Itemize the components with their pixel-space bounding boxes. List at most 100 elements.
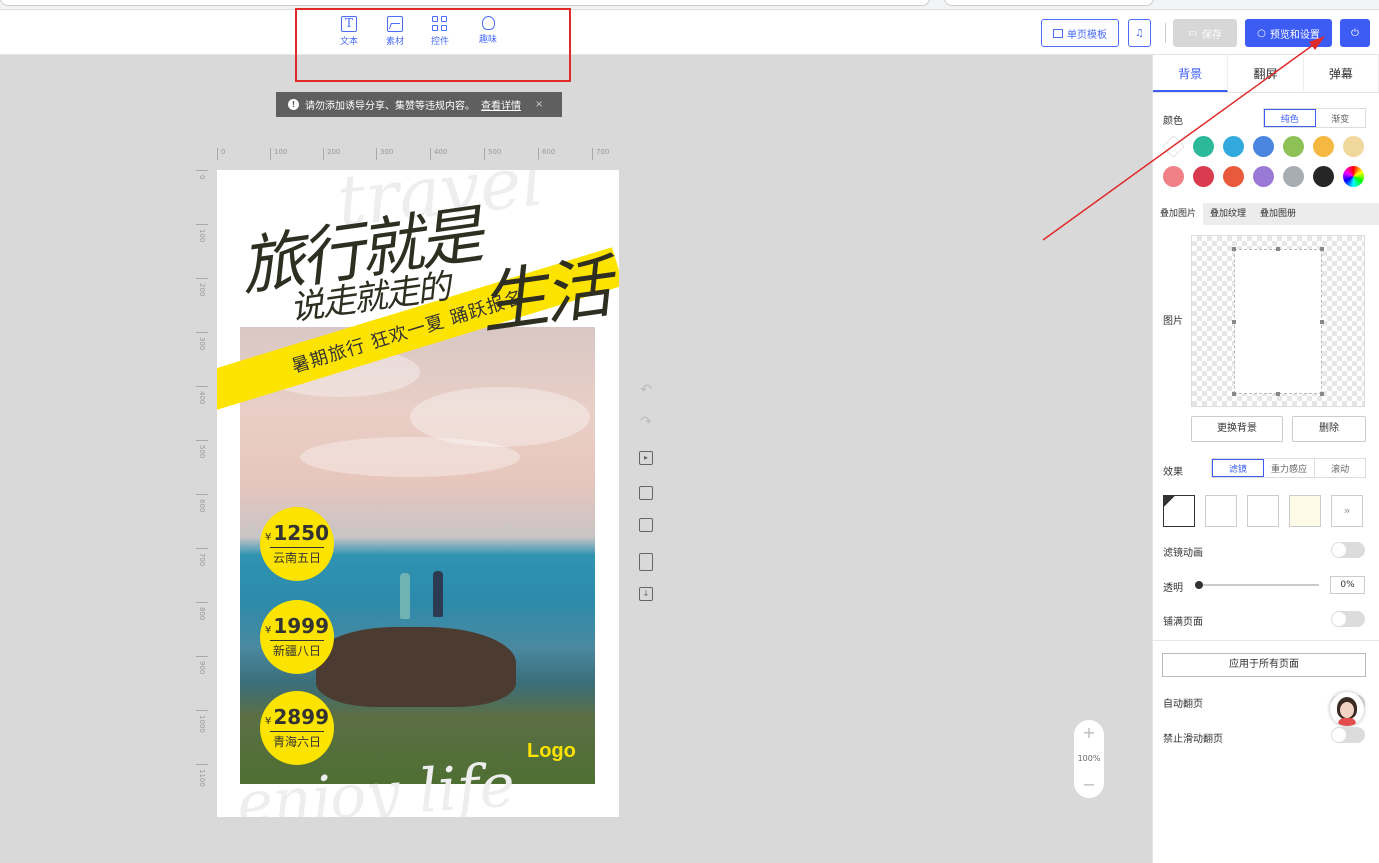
power-icon: ⏻	[1351, 27, 1359, 39]
panel-divider	[1153, 640, 1379, 641]
play-icon[interactable]: ▸	[639, 451, 653, 465]
filter-option[interactable]	[1205, 495, 1237, 527]
highlight-box	[295, 8, 571, 82]
zoom-control: + 100% −	[1074, 720, 1104, 798]
color-mode-solid[interactable]: 纯色	[1264, 109, 1316, 127]
swatch-purple[interactable]	[1253, 166, 1274, 187]
swatch-white[interactable]	[1162, 135, 1185, 158]
notice-detail-link[interactable]: 查看详情	[481, 97, 521, 112]
poster-canvas[interactable]: travel 暑期旅行 狂欢一夏 踊跃报名 旅行就是 说走就走的 生活 ¥125…	[217, 170, 619, 817]
power-button[interactable]: ⏻	[1340, 19, 1370, 47]
mobile-preview-icon[interactable]	[639, 553, 653, 571]
browser-address-bar[interactable]	[0, 0, 930, 6]
more-filters-button[interactable]: »	[1331, 495, 1363, 527]
ruler-tick: 200	[323, 148, 340, 160]
zoom-in-button[interactable]: +	[1074, 720, 1104, 746]
swatch-red[interactable]	[1193, 166, 1214, 187]
zoom-level: 100%	[1077, 754, 1101, 763]
swatch-sand[interactable]	[1343, 136, 1364, 157]
close-icon[interactable]: ×	[535, 99, 543, 110]
browser-search-bar[interactable]	[944, 0, 1154, 6]
swatch-sky[interactable]	[1223, 136, 1244, 157]
ruler-tick: 800	[198, 607, 206, 621]
music-icon: ♫	[1135, 27, 1144, 39]
opacity-slider[interactable]	[1195, 581, 1319, 589]
disable-swipe-label: 禁止滑动翻页	[1163, 734, 1223, 745]
swatch-black[interactable]	[1313, 166, 1334, 187]
tab-barrage[interactable]: 弹幕	[1304, 55, 1379, 92]
assistant-avatar[interactable]	[1330, 692, 1364, 726]
slider-knob[interactable]	[1195, 581, 1203, 589]
preview-settings-button[interactable]: ○ 预览和设置	[1245, 19, 1332, 47]
poster-logo[interactable]: Logo	[527, 740, 576, 763]
auto-flip-label: 自动翻页	[1163, 699, 1203, 710]
swatch-blue[interactable]	[1253, 136, 1274, 157]
copy-page-icon[interactable]	[639, 486, 653, 500]
single-page-template-button[interactable]: 单页模板	[1041, 19, 1119, 47]
apply-all-pages-button[interactable]: 应用于所有页面	[1162, 653, 1366, 677]
ruler-tick: 0	[217, 148, 225, 160]
rock	[316, 627, 516, 707]
ruler-tick: 500	[198, 445, 206, 459]
undo-icon[interactable]: ↶	[639, 383, 653, 398]
ruler-tick: 300	[376, 148, 393, 160]
fill-page-toggle[interactable]	[1331, 611, 1365, 627]
swatch-gray[interactable]	[1283, 166, 1304, 187]
ruler-tick: 700	[592, 148, 609, 160]
filter-none[interactable]	[1163, 495, 1195, 527]
effect-label: 效果	[1163, 467, 1183, 478]
browser-tab-strip	[0, 0, 1379, 10]
zoom-out-button[interactable]: −	[1074, 772, 1104, 798]
save-button[interactable]: ▭ 保存	[1173, 19, 1237, 47]
price-badge[interactable]: ¥1250 云南五日	[260, 507, 334, 581]
replace-background-button[interactable]: 更换背景	[1191, 416, 1283, 442]
tab-flip[interactable]: 翻屏	[1228, 55, 1304, 92]
filter-option[interactable]	[1247, 495, 1279, 527]
redo-icon[interactable]: ↷	[639, 415, 653, 430]
opacity-value-input[interactable]: 0%	[1330, 576, 1365, 594]
effect-scroll[interactable]: 滚动	[1315, 459, 1365, 477]
swatch-green[interactable]	[1283, 136, 1304, 157]
delete-button[interactable]: 删除	[1292, 416, 1366, 442]
color-label: 颜色	[1163, 116, 1183, 127]
ruler-tick: 100	[270, 148, 287, 160]
tab-overlay-image[interactable]: 叠加图片	[1153, 203, 1204, 225]
disable-swipe-toggle[interactable]	[1331, 727, 1365, 743]
ruler-tick: 400	[430, 148, 447, 160]
filter-animation-toggle[interactable]	[1331, 542, 1365, 558]
price-badge[interactable]: ¥2899 青海六日	[260, 691, 334, 765]
swatch-teal[interactable]	[1193, 136, 1214, 157]
compliance-notice: ! 请勿添加诱导分享、集赞等违规内容。 查看详情 ×	[276, 92, 562, 117]
tab-overlay-album[interactable]: 叠加图册	[1253, 203, 1303, 225]
search-icon: ○	[1257, 27, 1266, 39]
swatch-rainbow-picker[interactable]	[1343, 166, 1364, 187]
properties-panel: 背景 翻屏 弹幕 颜色 纯色 渐变 叠加图片 叠加纹理 叠加图册 图片 更换背景…	[1152, 55, 1379, 863]
effect-gravity[interactable]: 重力感应	[1264, 459, 1316, 477]
download-icon[interactable]: ↓	[639, 587, 653, 601]
swatch-pink[interactable]	[1163, 166, 1184, 187]
background-image-preview[interactable]	[1191, 235, 1365, 407]
swatch-vermilion[interactable]	[1223, 166, 1244, 187]
color-mode-gradient[interactable]: 渐变	[1316, 109, 1366, 127]
price-badge[interactable]: ¥1999 新疆八日	[260, 600, 334, 674]
filter-option[interactable]	[1289, 495, 1321, 527]
ruler-tick: 200	[198, 283, 206, 297]
ruler-tick: 900	[198, 661, 206, 675]
horizontal-ruler: 0 100 200 300 400 500 600 700	[212, 148, 617, 162]
music-button[interactable]: ♫	[1128, 19, 1151, 47]
template-icon	[1053, 28, 1063, 38]
poster-title-big[interactable]: 生活	[473, 232, 614, 348]
fill-page-label: 铺满页面	[1163, 617, 1203, 628]
swatch-orange[interactable]	[1313, 136, 1334, 157]
top-toolbar: 文本 素材 控件 趣味 单页模板 ♫ ▭ 保存 ○ 预览和设置 ⏻	[0, 0, 1379, 55]
overlay-tabs: 叠加图片 叠加纹理 叠加图册	[1153, 203, 1379, 225]
tab-overlay-texture[interactable]: 叠加纹理	[1203, 203, 1253, 225]
color-mode-toggle: 纯色 渐变	[1263, 108, 1366, 128]
save-icon: ▭	[1188, 27, 1198, 39]
ruler-tick: 100	[198, 229, 206, 243]
layout-icon[interactable]	[639, 518, 653, 532]
tab-background[interactable]: 背景	[1153, 55, 1229, 92]
vertical-ruler: 0 100 200 300 400 500 600 700 800 900 10…	[196, 170, 210, 815]
effect-filter[interactable]: 滤镜	[1212, 459, 1264, 477]
info-icon: !	[288, 99, 299, 110]
